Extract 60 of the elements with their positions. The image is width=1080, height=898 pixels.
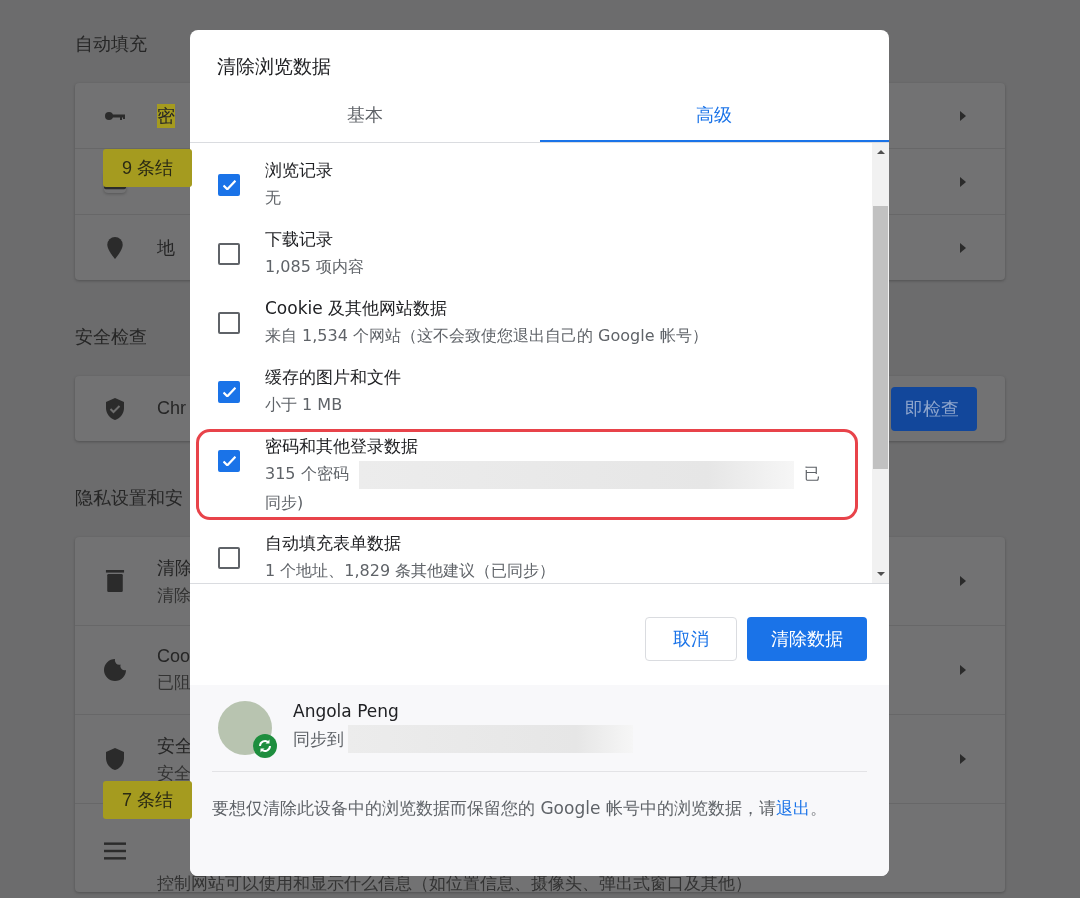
option-title: 缓存的图片和文件	[265, 366, 401, 389]
arrow-right-icon[interactable]	[959, 109, 967, 122]
result-count-tooltip: 9 条结	[103, 149, 192, 187]
arrow-right-icon[interactable]	[959, 575, 967, 587]
shield-check-icon	[104, 397, 126, 420]
arrow-right-icon[interactable]	[959, 753, 967, 765]
check-now-button[interactable]: 即检查	[891, 386, 977, 431]
pin-icon	[104, 236, 126, 259]
tab[interactable]: 高级	[539, 90, 889, 142]
setting-label: 密	[157, 103, 175, 128]
section-heading: 隐私设置和安	[75, 486, 183, 510]
setting-label: 地	[157, 236, 175, 260]
sign-out-link[interactable]: 退出	[775, 798, 810, 818]
checkbox[interactable]	[218, 450, 240, 472]
option-description: 小于 1 MB	[265, 394, 343, 416]
checkbox[interactable]	[218, 381, 240, 403]
option-description: 来自 1,534 个网站（这不会致使您退出自己的 Google 帐号）	[265, 325, 708, 347]
section-heading: 自动填充	[75, 32, 147, 56]
setting-label: 安全	[157, 734, 193, 758]
check-icon	[222, 180, 236, 190]
option-description: 1,085 项内容	[265, 256, 364, 278]
scroll-up-icon[interactable]	[876, 150, 885, 154]
sync-icon	[253, 734, 277, 758]
check-icon	[222, 456, 236, 466]
setting-description: 清除	[157, 584, 191, 607]
option-description: 无	[265, 187, 281, 209]
option-title: Cookie 及其他网站数据	[265, 297, 448, 320]
option-title: 密码和其他登录数据	[265, 435, 418, 458]
checkbox[interactable]	[218, 547, 240, 569]
arrow-right-icon[interactable]	[959, 241, 967, 254]
setting-description: 已阻	[157, 672, 191, 694]
trash-icon	[104, 570, 126, 592]
scrollbar[interactable]	[872, 143, 889, 583]
check-icon	[222, 387, 236, 397]
setting-label: Coo	[157, 646, 191, 667]
setting-label: Chr	[157, 398, 186, 419]
result-count-tooltip: 7 条结	[103, 781, 192, 819]
option-title: 下载记录	[265, 228, 333, 251]
sliders-icon	[104, 840, 126, 862]
cookie-icon	[104, 659, 126, 681]
section-heading: 安全检查	[75, 325, 147, 349]
clear-data-button[interactable]: 清除数据	[747, 617, 867, 661]
checkbox[interactable]	[218, 174, 240, 196]
arrow-right-icon[interactable]	[959, 175, 967, 188]
cancel-button[interactable]: 取消	[645, 617, 737, 661]
sync-label: 同步到	[293, 727, 344, 751]
option-description: 315 个密码 已同步)	[265, 460, 825, 517]
dialog-title: 清除浏览数据	[216, 54, 332, 79]
checkbox[interactable]	[218, 312, 240, 334]
key-icon	[104, 110, 126, 121]
account-name: Angola Peng	[293, 701, 400, 721]
arrow-right-icon[interactable]	[959, 664, 967, 676]
option-title: 自动填充表单数据	[265, 532, 401, 555]
shield-half-icon	[104, 748, 126, 770]
scroll-down-icon[interactable]	[876, 572, 885, 576]
option-description: 1 个地址、1,829 条其他建议（已同步）	[265, 560, 556, 582]
tab[interactable]: 基本	[190, 90, 540, 142]
sign-out-note: 要想仅清除此设备中的浏览数据而保留您的 Google 帐号中的浏览数据，请退出。	[212, 797, 828, 820]
checkbox[interactable]	[218, 243, 240, 265]
option-title: 浏览记录	[265, 159, 333, 182]
